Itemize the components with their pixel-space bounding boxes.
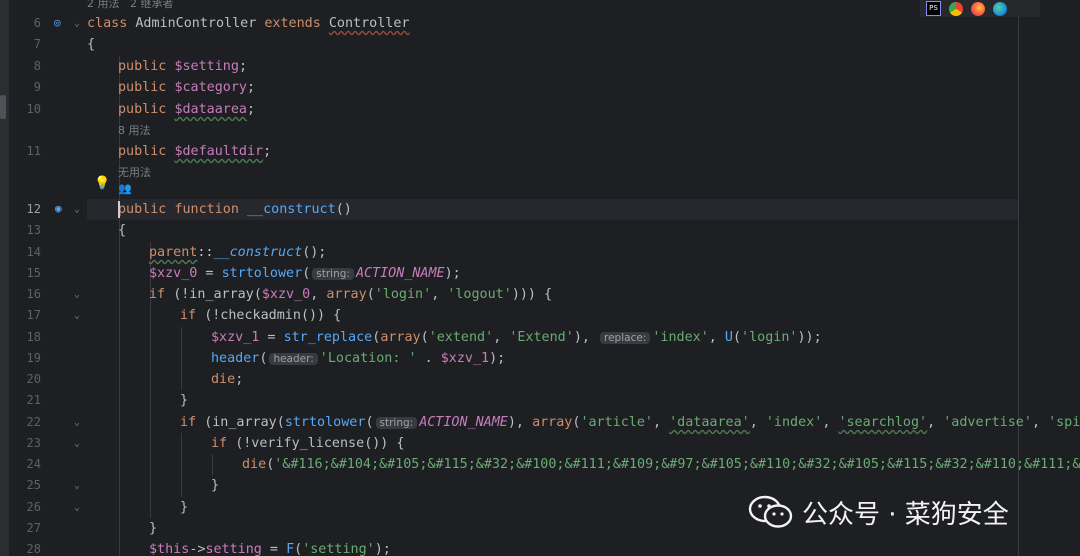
code-line[interactable]: } <box>149 518 157 539</box>
fold-chevron-icon[interactable]: ⌄ <box>74 305 84 326</box>
code-line[interactable]: header(header: 'Location: ' . $xzv_1); <box>211 348 505 369</box>
line-number: 13 <box>26 223 41 237</box>
line-number: 20 <box>26 372 41 386</box>
users-icon[interactable]: 👥 <box>118 183 132 195</box>
param-hint: string: <box>312 268 354 280</box>
line-number: 12 <box>26 202 41 216</box>
code-line[interactable]: if (!verify_license()) { <box>211 433 405 454</box>
watermark: 公众号 · 菜狗安全 <box>748 492 1009 532</box>
edge-icon[interactable] <box>993 1 1007 16</box>
indent-guide <box>181 327 182 390</box>
line-number: 7 <box>33 37 41 51</box>
line-number: 17 <box>26 308 41 322</box>
line-number: 8 <box>33 59 41 73</box>
fold-chevron-icon[interactable]: ⌄ <box>74 199 84 220</box>
line-number: 23 <box>26 436 41 450</box>
phpstorm-icon[interactable]: PS <box>926 1 941 16</box>
line-number: 24 <box>26 457 41 471</box>
line-number: 27 <box>26 521 41 535</box>
watermark-text: 公众号 · 菜狗安全 <box>802 499 1009 530</box>
line-number: 9 <box>33 80 41 94</box>
code-line[interactable]: public $setting; <box>118 56 247 77</box>
code-line[interactable]: } <box>211 475 219 496</box>
code-line[interactable]: die('&#116;&#104;&#105;&#115;&#32;&#100;… <box>242 454 1080 475</box>
lightbulb-icon[interactable]: 💡 <box>94 177 110 191</box>
indent-guide <box>212 454 213 476</box>
code-line[interactable]: } <box>180 497 188 518</box>
code-line[interactable]: $xzv_0 = strtolower(string: ACTION_NAME); <box>149 263 461 284</box>
code-line[interactable]: { <box>87 34 95 55</box>
line-number: 10 <box>26 102 41 116</box>
code-line[interactable]: { <box>118 220 126 241</box>
usage-hint[interactable]: 2 用法 2 继承者 <box>87 0 173 10</box>
line-number: 22 <box>26 415 41 429</box>
implemented-icon[interactable]: ◎ <box>54 16 61 30</box>
line-number: 25 <box>26 478 41 492</box>
code-line[interactable]: if (!checkadmin()) { <box>180 305 341 326</box>
param-hint: string: <box>375 417 418 429</box>
fold-chevron-icon[interactable]: ⌄ <box>74 13 84 34</box>
line-number: 16 <box>26 287 41 301</box>
fold-chevron-icon[interactable]: ⌄ <box>74 412 84 433</box>
line-number: 26 <box>26 500 41 514</box>
line-number: 28 <box>26 542 41 556</box>
fold-chevron-icon[interactable]: ⌄ <box>74 284 84 305</box>
fold-chevron-icon[interactable]: ⌄ <box>74 497 84 518</box>
code-line[interactable]: if (!in_array($xzv_0, array('login', 'lo… <box>149 284 552 305</box>
code-line[interactable]: } <box>180 390 188 411</box>
code-line[interactable]: $this->setting = F('setting'); <box>149 539 391 556</box>
line-number: 11 <box>26 144 41 158</box>
usage-hint[interactable]: 8 用法 <box>118 125 151 137</box>
code-editor[interactable]: 2 用法 2 继承者 8 用法 无用法 👥 ◎ ◉ 💡 6 7 8 9 10 11 12 13… <box>0 0 1080 556</box>
code-line[interactable]: $xzv_1 = str_replace(array('extend', 'Ex… <box>211 327 822 348</box>
code-line[interactable]: if (in_array(strtolower(string: ACTION_NA… <box>180 412 1080 433</box>
usage-hint[interactable]: 无用法 <box>118 167 151 179</box>
browser-preview-toolbar: PS <box>920 0 1040 17</box>
chrome-icon[interactable] <box>949 1 963 16</box>
fold-chevron-icon[interactable]: ⌄ <box>74 475 84 496</box>
text-caret <box>118 201 120 218</box>
line-number: 18 <box>26 330 41 344</box>
code-line[interactable]: parent::__construct(); <box>149 242 326 263</box>
line-number: 19 <box>26 351 41 365</box>
fold-chevron-icon[interactable]: ⌄ <box>74 433 84 454</box>
code-line[interactable]: die; <box>211 369 243 390</box>
line-number: 14 <box>26 245 41 259</box>
indent-guide <box>181 433 182 497</box>
override-icon[interactable]: ◉ <box>55 202 62 216</box>
line-number: 15 <box>26 266 41 280</box>
firefox-icon[interactable] <box>971 1 985 16</box>
line-number: 6 <box>33 16 41 30</box>
code-line[interactable]: public $defaultdir; <box>118 141 271 162</box>
code-line[interactable]: public $category; <box>118 77 255 98</box>
line-number: 21 <box>26 393 41 407</box>
code-line[interactable]: class AdminController extends Controller <box>87 13 410 34</box>
code-line[interactable]: public $dataarea; <box>118 99 255 120</box>
code-line[interactable]: public function __construct() <box>118 199 352 220</box>
wechat-icon <box>748 495 793 528</box>
param-hint: replace: <box>600 332 651 344</box>
param-hint: header: <box>269 353 318 365</box>
